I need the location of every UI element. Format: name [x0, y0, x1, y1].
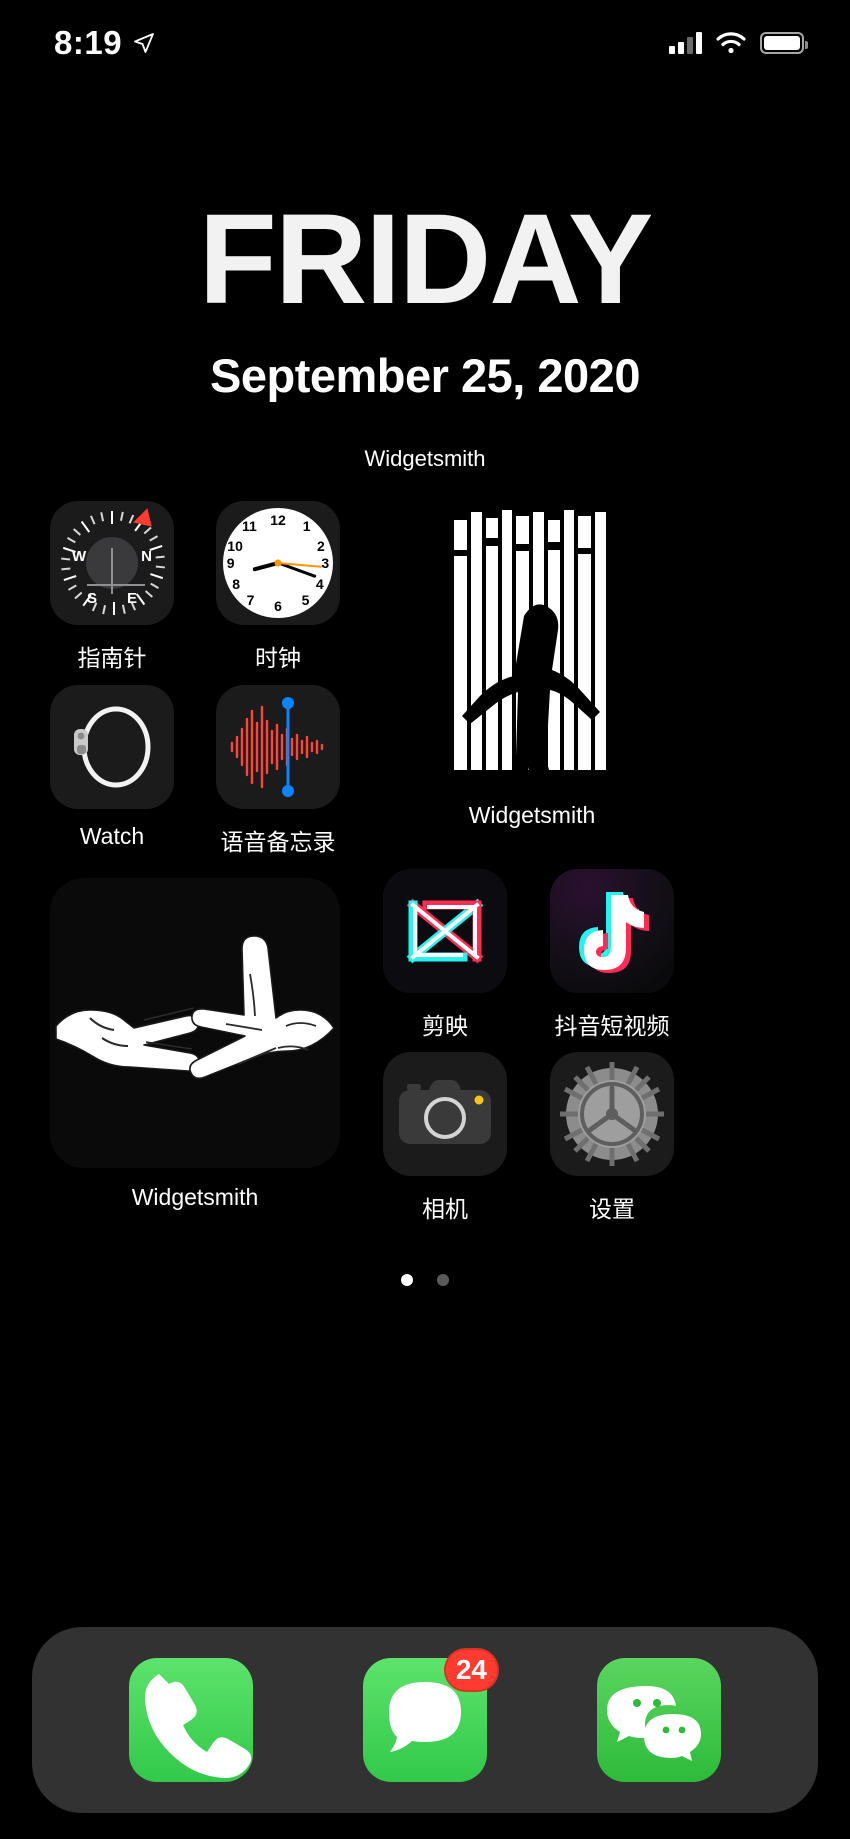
compass-label-north: N — [141, 548, 152, 565]
clock-numeral: 1 — [302, 518, 311, 534]
compass-label-east: E — [126, 590, 137, 607]
clock-numeral: 10 — [227, 538, 243, 554]
compass-label-west: W — [72, 548, 87, 565]
cellular-signal-icon — [669, 32, 702, 54]
voice-memos-icon — [216, 685, 340, 809]
clock-numeral: 3 — [321, 555, 330, 571]
two-hands-line-art-photo — [50, 878, 340, 1168]
camera-icon — [383, 1052, 507, 1176]
widget-label-cristiano: Widgetsmith — [468, 802, 596, 828]
clock-icon: 12 1 2 3 4 5 6 7 8 9 10 11 — [216, 501, 340, 625]
dock-icon-wechat[interactable] — [597, 1658, 721, 1782]
app-icon-capcut[interactable]: 剪映 — [383, 869, 507, 1041]
app-icon-compass[interactable]: W N S E 指南针 — [50, 501, 174, 673]
app-label-settings: 设置 — [589, 1196, 635, 1222]
app-label-watch: Watch — [79, 823, 145, 849]
app-icon-clock[interactable]: 12 1 2 3 4 5 6 7 8 9 10 11 时钟 — [216, 501, 340, 673]
clock-numeral: 8 — [232, 576, 241, 592]
status-bar-left: 8:19 — [54, 24, 156, 62]
cristiano-barcode-photo — [440, 498, 624, 786]
day-name: FRIDAY — [198, 188, 654, 331]
widget-hands[interactable]: Widgetsmith — [50, 878, 340, 1211]
app-label-capcut: 剪映 — [422, 1013, 468, 1039]
settings-gear-icon — [550, 1052, 674, 1176]
app-label-voice-memos: 语音备忘录 — [220, 829, 336, 855]
clock-numeral: 9 — [226, 555, 235, 571]
date-widget[interactable]: FRIDAY September 25, 2020 — [0, 196, 850, 403]
clock-face: 12 1 2 3 4 5 6 7 8 9 10 11 — [223, 508, 333, 618]
compass-icon: W N S E — [50, 501, 174, 625]
app-icon-camera[interactable]: 相机 — [383, 1052, 507, 1224]
page-dot-active[interactable] — [401, 1274, 413, 1286]
clock-numeral: 4 — [315, 576, 324, 592]
clock-numeral: 2 — [316, 538, 325, 554]
widget-label-hands: Widgetsmith — [131, 1184, 259, 1210]
status-time: 8:19 — [54, 24, 123, 61]
dock-icon-phone[interactable] — [129, 1658, 253, 1782]
compass-label-south: S — [87, 590, 98, 607]
clock-numeral: 7 — [246, 592, 255, 608]
dock-icon-messages[interactable]: 24 — [363, 1648, 499, 1782]
status-bar-right — [669, 32, 808, 54]
date-widget-label: Widgetsmith — [364, 446, 486, 471]
tiktok-icon — [550, 869, 674, 993]
app-label-tiktok: 抖音短视频 — [554, 1013, 670, 1039]
compass-crosshair-vertical — [111, 548, 113, 595]
app-icon-voice-memos[interactable]: 语音备忘录 — [216, 685, 340, 857]
location-arrow-icon — [132, 31, 156, 55]
app-label-camera: 相机 — [422, 1196, 468, 1222]
clock-numeral: 6 — [274, 598, 282, 614]
compass-crosshair-horizontal — [87, 584, 146, 587]
wifi-icon — [716, 32, 746, 54]
clock-numeral: 12 — [270, 512, 286, 528]
clock-numeral: 11 — [241, 518, 257, 534]
battery-icon — [760, 32, 808, 54]
clock-numeral: 5 — [301, 592, 310, 608]
clock-center-pin — [274, 559, 282, 567]
messages-badge: 24 — [443, 1648, 499, 1692]
page-dot[interactable] — [437, 1274, 449, 1286]
dock: 24 — [32, 1627, 818, 1813]
widget-cristiano[interactable]: Widgetsmith — [440, 498, 624, 829]
status-bar: 8:19 — [0, 0, 850, 86]
app-icon-tiktok[interactable]: 抖音短视频 — [550, 869, 674, 1041]
full-date: September 25, 2020 — [210, 349, 640, 402]
watch-icon — [50, 685, 174, 809]
page-dots[interactable] — [0, 1274, 850, 1286]
capcut-icon — [383, 869, 507, 993]
app-icon-settings[interactable]: 设置 — [550, 1052, 674, 1224]
app-label-compass: 指南针 — [77, 645, 147, 671]
app-icon-watch[interactable]: Watch — [50, 685, 174, 850]
app-label-clock: 时钟 — [255, 645, 301, 671]
